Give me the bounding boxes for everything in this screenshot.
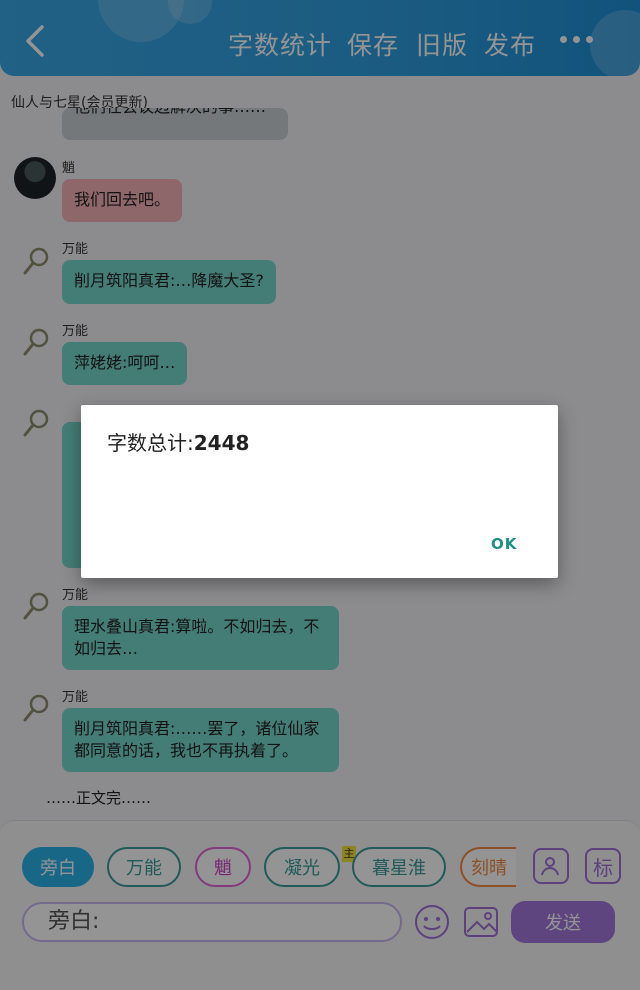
word-count-value: 2448 [193,431,250,455]
ok-button[interactable]: OK [491,535,517,553]
dialog-label: 字数总计: [107,431,194,455]
dialog-message: 字数总计:2448 [107,427,249,456]
word-count-dialog: 字数总计:2448 OK [81,405,558,578]
